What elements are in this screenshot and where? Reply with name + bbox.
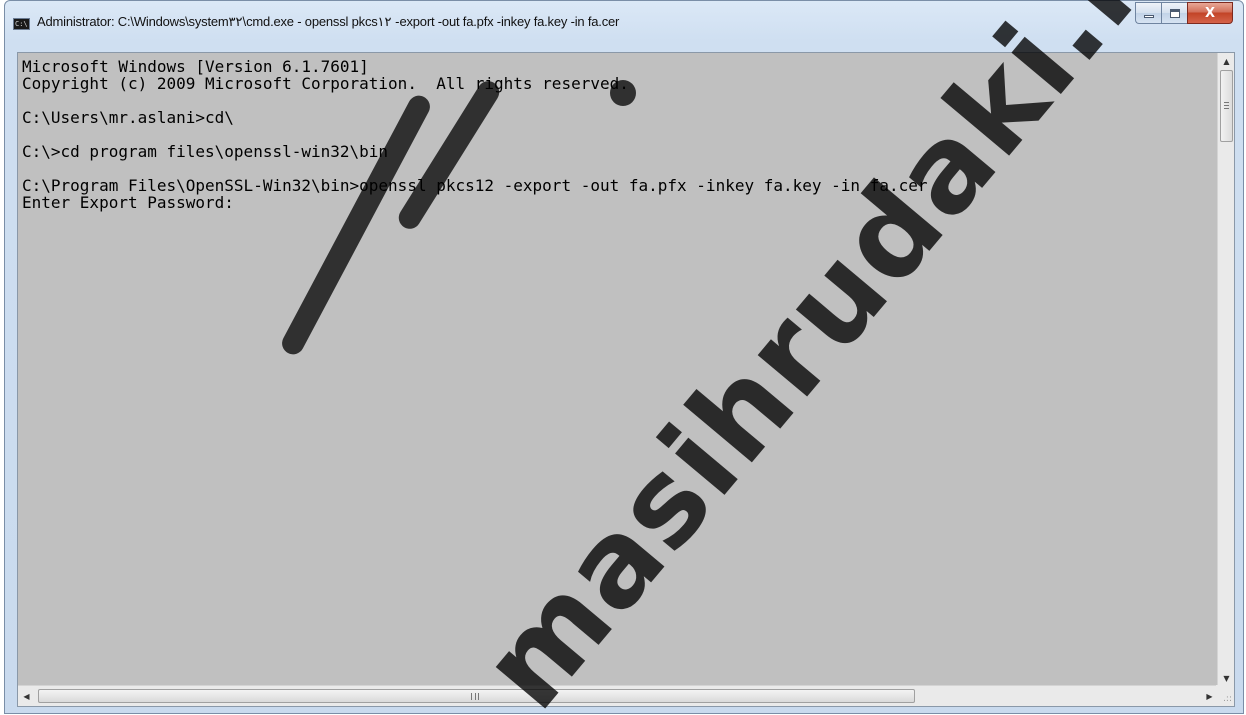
console-output[interactable]: Microsoft Windows [Version 6.1.7601] Cop… [18, 53, 1218, 687]
scroll-left-arrow-icon[interactable]: ◀ [18, 686, 35, 706]
minimize-icon [1143, 14, 1154, 18]
horizontal-scrollbar[interactable]: ◀ ▶ [18, 685, 1218, 706]
cmd-console-icon[interactable]: C:\ [13, 18, 30, 30]
grip-icon [1224, 102, 1229, 109]
cmd-window: C:\ Administrator: C:\Windows\system۳۲\c… [4, 0, 1244, 714]
console-line: C:\Users\mr.aslani>cd\ [22, 108, 234, 127]
console-line: C:\>cd program files\openssl-win32\bin [22, 142, 389, 161]
minimize-button[interactable] [1135, 2, 1161, 24]
size-grip-icon[interactable]: .:: [1216, 685, 1234, 706]
grip-icon [471, 693, 479, 700]
vertical-scroll-thumb[interactable] [1220, 70, 1233, 142]
close-button[interactable]: X [1187, 2, 1233, 24]
close-icon: X [1204, 5, 1216, 21]
horizontal-scroll-thumb[interactable] [38, 689, 915, 703]
maximize-icon [1169, 8, 1180, 18]
console-client-area[interactable]: Microsoft Windows [Version 6.1.7601] Cop… [17, 52, 1235, 707]
console-line: Microsoft Windows [Version 6.1.7601] [22, 57, 369, 76]
vertical-scrollbar[interactable]: ▲ ▼ [1217, 53, 1234, 687]
window-title: Administrator: C:\Windows\system۳۲\cmd.e… [37, 14, 620, 29]
console-line: Copyright (c) 2009 Microsoft Corporation… [22, 74, 629, 93]
console-prompt-line[interactable]: Enter Export Password: [22, 194, 1218, 211]
maximize-button[interactable] [1161, 2, 1187, 24]
console-line: C:\Program Files\OpenSSL-Win32\bin>opens… [22, 176, 928, 195]
scroll-up-arrow-icon[interactable]: ▲ [1218, 53, 1235, 70]
title-bar[interactable]: C:\ Administrator: C:\Windows\system۳۲\c… [5, 1, 1243, 41]
caption-buttons: X [1135, 2, 1233, 24]
